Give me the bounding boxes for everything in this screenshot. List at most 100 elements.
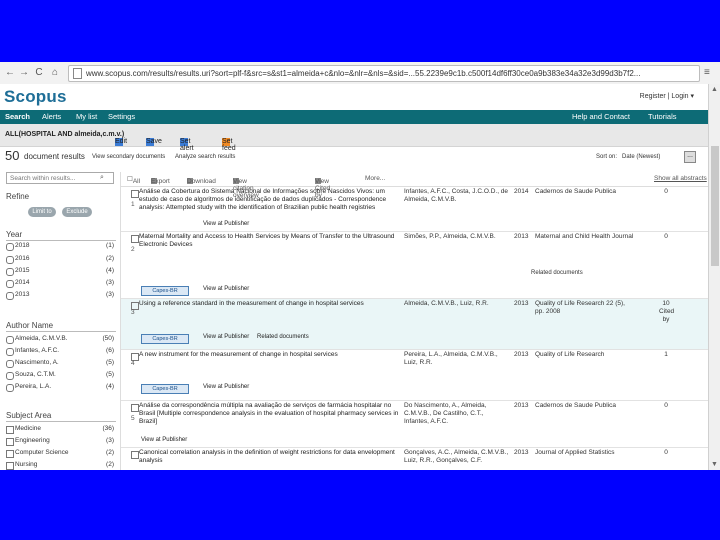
facet-subject[interactable]: Engineering (3) (6, 437, 114, 447)
more-options-button[interactable]: ... (684, 151, 696, 163)
page-scrollbar[interactable]: ▲ ▼ (708, 84, 720, 470)
nav-help[interactable]: Help and Contact (572, 112, 630, 121)
scroll-up-icon[interactable]: ▲ (711, 86, 718, 93)
result-authors[interactable]: Infantes, A.F.C., Costa, J.C.O.D., de Al… (404, 188, 509, 204)
result-source[interactable]: Cadernos de Saude Publica (535, 402, 635, 410)
result-year: 2013 (514, 351, 529, 358)
facet-checkbox[interactable] (6, 426, 14, 434)
facet-author[interactable]: Souza, C.T.M. (5) (6, 371, 114, 381)
facet-checkbox[interactable] (6, 280, 14, 288)
result-title[interactable]: Using a reference standard in the measur… (139, 300, 401, 308)
capes-button[interactable]: Capes-BR (141, 384, 189, 394)
search-within-input[interactable]: Search within results... (6, 172, 114, 184)
view-publisher-link[interactable]: View at Publisher (141, 437, 187, 443)
related-documents-link[interactable]: Related documents (257, 334, 309, 340)
result-source[interactable]: Journal of Applied Statistics (535, 449, 635, 457)
facet-year[interactable]: 2015 (4) (6, 267, 114, 277)
row-checkbox[interactable] (131, 404, 139, 412)
sort-select[interactable]: Date (Newest) (622, 154, 660, 160)
result-authors[interactable]: Simões, P.P., Almeida, C.M.V.B. (404, 233, 509, 241)
facet-year[interactable]: 2016 (2) (6, 255, 114, 265)
result-source[interactable]: Quality of Life Research (535, 351, 635, 359)
facet-year[interactable]: 2014 (3) (6, 279, 114, 289)
result-authors[interactable]: Almeida, C.M.V.B., Luiz, R.R. (404, 300, 509, 308)
facet-author[interactable]: Nascimento, A. (5) (6, 359, 114, 369)
facet-checkbox[interactable] (6, 348, 14, 356)
facet-checkbox[interactable] (6, 372, 14, 380)
view-secondary-link[interactable]: View secondary documents (92, 154, 165, 160)
result-authors[interactable]: Pereira, L.A., Almeida, C.M.V.B., Luiz, … (404, 351, 509, 367)
result-title[interactable]: A new instrument for the measurement of … (139, 351, 401, 359)
facet-year[interactable]: 2013 (3) (6, 291, 114, 301)
result-source[interactable]: Maternal and Child Health Journal (535, 233, 635, 241)
result-title[interactable]: Maternal Mortality and Access to Health … (139, 233, 401, 249)
result-cited[interactable]: 10 Cited by (659, 300, 674, 324)
back-icon[interactable]: ← (4, 67, 16, 79)
view-publisher-link[interactable]: View at Publisher (203, 221, 249, 227)
reload-icon[interactable]: C (33, 67, 45, 79)
view-publisher-link[interactable]: View at Publisher (203, 384, 249, 390)
result-authors[interactable]: Gonçalves, A.C., Almeida, C.M.V.B., Luiz… (404, 449, 509, 465)
facet-checkbox[interactable] (6, 384, 14, 392)
facet-checkbox[interactable] (6, 462, 14, 470)
facet-checkbox[interactable] (6, 450, 14, 458)
scrollbar-thumb[interactable] (711, 146, 719, 266)
row-checkbox[interactable] (131, 190, 139, 198)
forward-icon[interactable]: → (18, 67, 30, 79)
analyze-link[interactable]: Analyze search results (175, 154, 235, 160)
facet-year[interactable]: 2018 (1) (6, 242, 114, 252)
facet-checkbox[interactable] (6, 292, 14, 300)
scroll-down-icon[interactable]: ▼ (711, 461, 718, 468)
facet-author[interactable]: Almeida, C.M.V.B. (50) (6, 335, 114, 345)
result-cited: 0 (664, 188, 668, 195)
facet-checkbox[interactable] (6, 438, 14, 446)
facet-author[interactable]: Pereira, L.A. (4) (6, 383, 114, 393)
scopus-logo[interactable]: Scopus (4, 87, 67, 107)
capes-button[interactable]: Capes-BR (141, 334, 189, 344)
facet-subject[interactable]: Medicine (36) (6, 425, 114, 435)
author-heading: Author Name (6, 321, 54, 330)
nav-alerts[interactable]: Alerts (42, 112, 61, 121)
row-checkbox[interactable] (131, 451, 139, 459)
facet-author[interactable]: Infantes, A.F.C. (6) (6, 347, 114, 357)
screenshot: ← → C ⌂ www.scopus.com/results/results.u… (0, 62, 720, 470)
nav-tutorials[interactable]: Tutorials (648, 112, 676, 121)
limit-to-button[interactable]: Limit to (28, 207, 56, 217)
more-button[interactable]: More... (365, 175, 385, 182)
result-authors[interactable]: Do Nascimento, A., Almeida, C.M.V.B., De… (404, 402, 509, 426)
nav-settings[interactable]: Settings (108, 112, 135, 121)
select-all-checkbox[interactable]: ☐ All (127, 175, 140, 185)
result-title[interactable]: Canonical correlation analysis in the de… (139, 449, 409, 465)
facet-checkbox[interactable] (6, 256, 14, 264)
view-publisher-link[interactable]: View at Publisher (203, 286, 249, 292)
result-title[interactable]: Análise da correspondência múltipla na a… (139, 402, 401, 426)
view-publisher-link[interactable]: View at Publisher (203, 334, 249, 340)
facet-checkbox[interactable] (6, 336, 14, 344)
browser-menu-icon[interactable]: ≡ (704, 67, 710, 78)
home-icon[interactable]: ⌂ (49, 67, 61, 79)
facet-checkbox[interactable] (6, 268, 14, 276)
account-links[interactable]: Register | Login ▾ (640, 92, 694, 100)
result-source[interactable]: Quality of Life Research 22 (5), pp. 200… (535, 300, 635, 316)
nav-search[interactable]: Search (5, 112, 30, 121)
query-bar: ALL(HOSPITAL AND almeida,c.m.v.) Edit Sa… (0, 124, 708, 152)
capes-button[interactable]: Capes-BR (141, 286, 189, 296)
facet-checkbox[interactable] (6, 360, 14, 368)
address-bar[interactable]: www.scopus.com/results/results.uri?sort=… (68, 65, 700, 82)
page-icon (73, 68, 82, 80)
result-title[interactable]: Análise da Cobertura do Sistema Nacional… (139, 188, 401, 212)
facet-checkbox[interactable] (6, 243, 14, 251)
result-year: 2013 (514, 300, 529, 307)
nav-my-list[interactable]: My list (76, 112, 97, 121)
result-source[interactable]: Cadernos de Saude Publica (535, 188, 635, 196)
show-abstracts-link[interactable]: Show all abstracts (654, 175, 707, 182)
result-year: 2014 (514, 188, 529, 195)
result-number: 5 (131, 415, 135, 422)
row-checkbox[interactable] (131, 235, 139, 243)
facet-subject[interactable]: Nursing (2) (6, 461, 114, 470)
related-documents-link[interactable]: Related documents (531, 270, 583, 276)
facet-subject[interactable]: Computer Science (2) (6, 449, 114, 459)
search-icon[interactable]: ⌕ (100, 174, 104, 182)
result-number: 1 (131, 201, 135, 208)
exclude-button[interactable]: Exclude (62, 207, 92, 217)
